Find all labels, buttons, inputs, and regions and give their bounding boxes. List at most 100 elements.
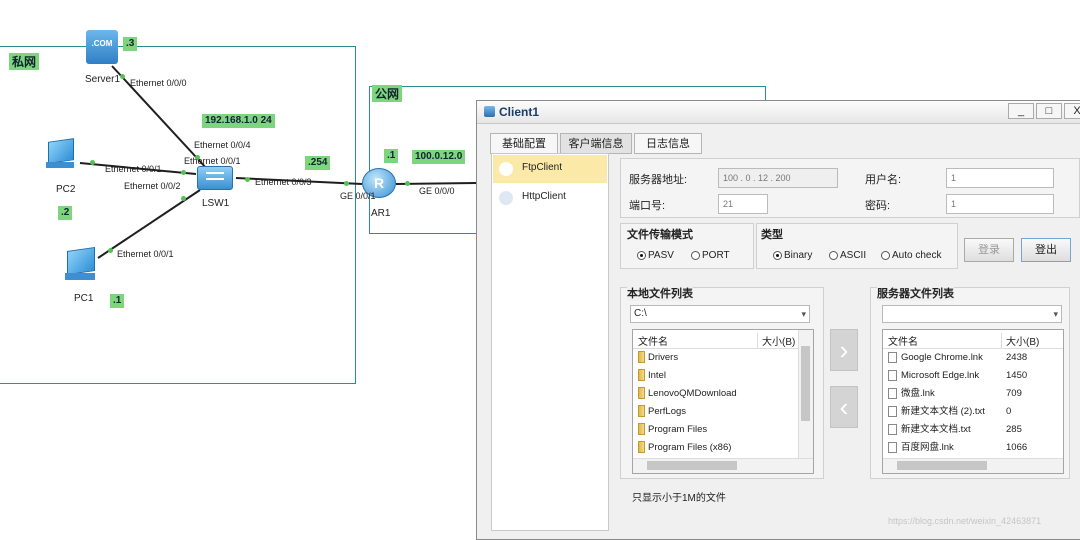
- private-network-label: 192.168.1.0 24: [202, 114, 275, 128]
- username-field[interactable]: 1: [946, 168, 1054, 188]
- column-header-size[interactable]: 大小(B): [757, 333, 795, 348]
- table-row[interactable]: Google Chrome.lnk 2438: [888, 349, 1058, 367]
- port-radio[interactable]: PORT: [691, 250, 730, 261]
- table-row[interactable]: 新建文本文档.txt 285: [888, 421, 1058, 439]
- window-title: Client1: [499, 105, 540, 119]
- radio-icon: [829, 250, 838, 260]
- radio-selected-icon: [773, 250, 782, 260]
- horizontal-scrollbar[interactable]: [883, 458, 1063, 473]
- password-field[interactable]: 1: [946, 194, 1054, 214]
- connection-form: 服务器地址: 100 . 0 . 12 . 200 用户名: 1 端口号: 21…: [620, 158, 1080, 218]
- table-row[interactable]: 新建文本文档 (2).txt 0: [888, 403, 1058, 421]
- list-item[interactable]: Program Files (x86): [638, 439, 731, 457]
- server-address-label: 服务器地址:: [629, 174, 688, 186]
- local-file-list[interactable]: 文件名 大小(B) Drivers Intel LenovoQMDownload…: [632, 329, 814, 474]
- ar1-name: AR1: [371, 208, 391, 219]
- tab-client-info[interactable]: 客户端信息: [560, 133, 632, 154]
- pc-icon[interactable]: [63, 247, 97, 283]
- vertical-scrollbar[interactable]: [798, 330, 813, 459]
- pc2-port-label: Ethernet 0/0/1: [105, 164, 162, 174]
- list-item[interactable]: Intel: [638, 367, 666, 385]
- server-icon-text: .COM: [91, 39, 113, 48]
- port-dot: [108, 248, 113, 253]
- ascii-radio[interactable]: ASCII: [829, 250, 866, 261]
- type-group: 类型 Binary ASCII Auto check: [756, 223, 958, 269]
- file-name: Drivers: [648, 352, 679, 363]
- switch-icon[interactable]: [197, 166, 233, 190]
- list-item[interactable]: LenovoQMDownload: [638, 385, 737, 403]
- port-dot: [90, 160, 95, 165]
- transfer-mode-group: 文件传输模式 PASV PORT: [620, 223, 754, 269]
- column-header-size[interactable]: 大小(B): [1001, 333, 1039, 348]
- column-header-name[interactable]: 文件名: [638, 333, 668, 348]
- folder-icon: [638, 423, 645, 436]
- server-path-select[interactable]: ▾: [882, 305, 1062, 323]
- table-row[interactable]: 微盘.lnk 709: [888, 385, 1058, 403]
- radio-label: PASV: [648, 250, 674, 261]
- pc-icon[interactable]: [44, 138, 76, 170]
- username-label: 用户名:: [865, 174, 902, 186]
- ftpclient-indicator-icon: [499, 162, 513, 176]
- pasv-radio[interactable]: PASV: [637, 250, 674, 261]
- password-label: 密码:: [865, 200, 891, 212]
- ar1-ge1-label: GE 0/0/1: [340, 191, 376, 201]
- server-icon[interactable]: .COM: [86, 30, 118, 64]
- folder-icon: [638, 351, 645, 364]
- file-name: 百度网盘.lnk: [901, 442, 954, 453]
- scroll-thumb[interactable]: [801, 346, 810, 421]
- httpclient-indicator-icon: [499, 191, 513, 205]
- file-name: 新建文本文档.txt: [901, 424, 971, 435]
- file-icon: [888, 405, 897, 417]
- public-network-label: 100.0.12.0: [412, 150, 466, 164]
- server-file-list[interactable]: 文件名 大小(B) Google Chrome.lnk 2438 Microsof…: [882, 329, 1064, 474]
- radio-selected-icon: [637, 250, 646, 260]
- folder-icon: [638, 441, 645, 454]
- scroll-thumb[interactable]: [897, 461, 987, 470]
- local-path-value: C:\: [634, 308, 647, 319]
- file-name: LenovoQMDownload: [648, 388, 737, 399]
- login-button[interactable]: 登录: [964, 238, 1014, 262]
- tab-log-info[interactable]: 日志信息: [634, 133, 702, 154]
- file-name: 微盘.lnk: [901, 388, 935, 399]
- horizontal-scrollbar[interactable]: [633, 458, 813, 473]
- download-arrow-button[interactable]: ‹: [830, 386, 858, 428]
- local-path-select[interactable]: C:\ ▾: [630, 305, 810, 323]
- lsw1-port4-label: Ethernet 0/0/4: [194, 140, 251, 150]
- table-row[interactable]: 百度网盘.lnk 1066: [888, 439, 1058, 457]
- binary-radio[interactable]: Binary: [773, 250, 812, 261]
- type-title: 类型: [761, 229, 783, 241]
- folder-icon: [638, 405, 645, 418]
- port-field[interactable]: 21: [718, 194, 768, 214]
- file-name: PerfLogs: [648, 406, 687, 417]
- sidebar-item-ftpclient[interactable]: FtpClient: [493, 155, 607, 183]
- table-row[interactable]: Microsoft Edge.lnk 1450: [888, 367, 1058, 385]
- file-size: 1450: [1006, 370, 1028, 381]
- list-item[interactable]: Drivers: [638, 349, 678, 367]
- close-button[interactable]: X: [1064, 103, 1080, 119]
- server-address-field[interactable]: 100 . 0 . 12 . 200: [718, 168, 838, 188]
- lsw1-port2-label: Ethernet 0/0/2: [124, 181, 181, 191]
- logout-button[interactable]: 登出: [1021, 238, 1071, 262]
- list-item[interactable]: PerfLogs: [638, 403, 686, 421]
- scroll-thumb[interactable]: [647, 461, 737, 470]
- maximize-button[interactable]: □: [1036, 103, 1062, 119]
- pc1-name: PC1: [74, 293, 94, 304]
- chevron-down-icon: ▾: [1053, 309, 1058, 319]
- local-file-group: 本地文件列表 C:\ ▾ 文件名 大小(B) Drivers Intel Len…: [620, 285, 824, 479]
- list-item[interactable]: Program Files: [638, 421, 707, 439]
- radio-label: PORT: [702, 250, 730, 261]
- tab-basic-config[interactable]: 基础配置: [490, 133, 558, 154]
- window-app-icon: [484, 106, 495, 117]
- minimize-button[interactable]: _: [1008, 103, 1034, 119]
- column-header-name[interactable]: 文件名: [888, 333, 918, 348]
- autocheck-radio[interactable]: Auto check: [881, 250, 941, 261]
- radio-icon: [881, 250, 890, 260]
- file-name: Microsoft Edge.lnk: [901, 370, 980, 381]
- upload-arrow-button[interactable]: ›: [830, 329, 858, 371]
- port-dot: [120, 74, 125, 79]
- pc2-addr: .2: [58, 206, 73, 220]
- sidebar-item-httpclient[interactable]: HttpClient: [493, 185, 607, 211]
- file-name: Intel: [648, 370, 666, 381]
- window-titlebar[interactable]: Client1 _ □ X: [477, 101, 1080, 124]
- port-dot: [181, 196, 186, 201]
